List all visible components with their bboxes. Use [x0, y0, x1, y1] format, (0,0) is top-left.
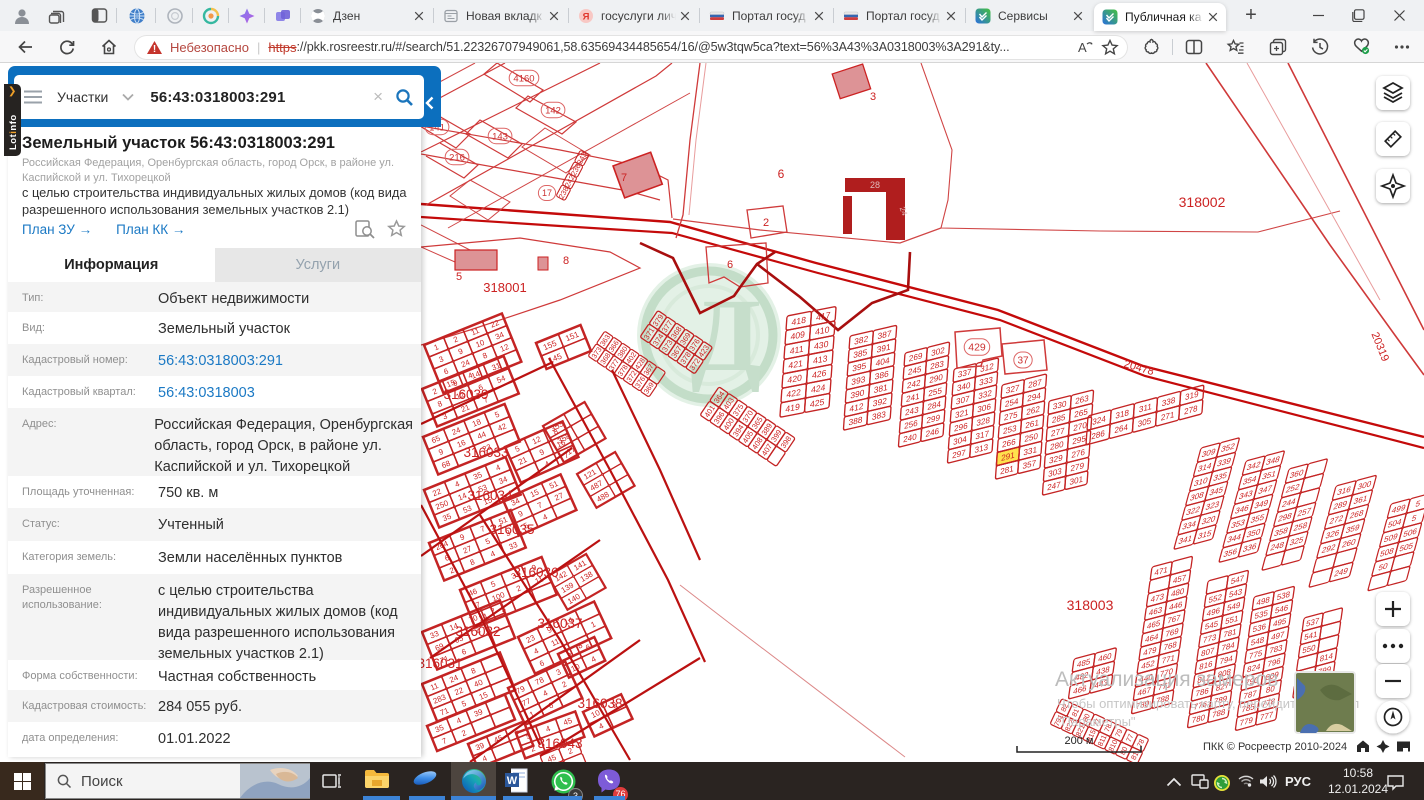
svg-text:316032: 316032 — [455, 624, 500, 639]
svg-text:6: 6 — [778, 167, 785, 181]
svg-text:316039: 316039 — [443, 387, 488, 402]
svg-text:7: 7 — [621, 172, 627, 184]
svg-text:Актуализация замеров: Актуализация замеров — [1055, 668, 1278, 691]
svg-text:37: 37 — [1017, 356, 1029, 367]
svg-text:6: 6 — [727, 259, 733, 271]
svg-text:2: 2 — [763, 217, 769, 229]
svg-text:316038: 316038 — [577, 696, 622, 711]
svg-text:"Параметры": "Параметры" — [1057, 714, 1136, 729]
svg-text:!: ! — [153, 44, 156, 55]
svg-text:28: 28 — [870, 180, 880, 190]
svg-text:8: 8 — [563, 255, 569, 267]
svg-text:Я: Я — [583, 11, 590, 22]
svg-text:A: A — [1078, 40, 1087, 55]
svg-text:318002: 318002 — [1179, 194, 1226, 210]
svg-text:429: 429 — [968, 342, 986, 354]
svg-text:200 м: 200 м — [1065, 735, 1094, 747]
svg-text:316037: 316037 — [537, 616, 582, 631]
svg-text:142: 142 — [545, 105, 561, 116]
svg-text:316035: 316035 — [489, 522, 534, 537]
svg-text:316043: 316043 — [537, 736, 582, 751]
svg-text:3: 3 — [870, 91, 876, 103]
svg-text:ПКК © Росреестр 2010-2024: ПКК © Росреестр 2010-2024 — [1203, 741, 1347, 753]
svg-text:318003: 318003 — [1067, 597, 1114, 613]
svg-text:316033: 316033 — [463, 445, 508, 460]
svg-text:316036: 316036 — [513, 565, 558, 580]
svg-text:4160: 4160 — [513, 73, 534, 84]
svg-text:17: 17 — [542, 188, 552, 198]
svg-text:143: 143 — [492, 131, 508, 142]
svg-text:318001: 318001 — [483, 280, 526, 295]
svg-text:Д: Д — [690, 278, 762, 393]
svg-text:316034: 316034 — [467, 488, 513, 503]
svg-text:5: 5 — [456, 271, 462, 283]
svg-text:316031: 316031 — [421, 656, 463, 671]
svg-text:216: 216 — [449, 152, 465, 163]
svg-text:W: W — [507, 775, 518, 787]
